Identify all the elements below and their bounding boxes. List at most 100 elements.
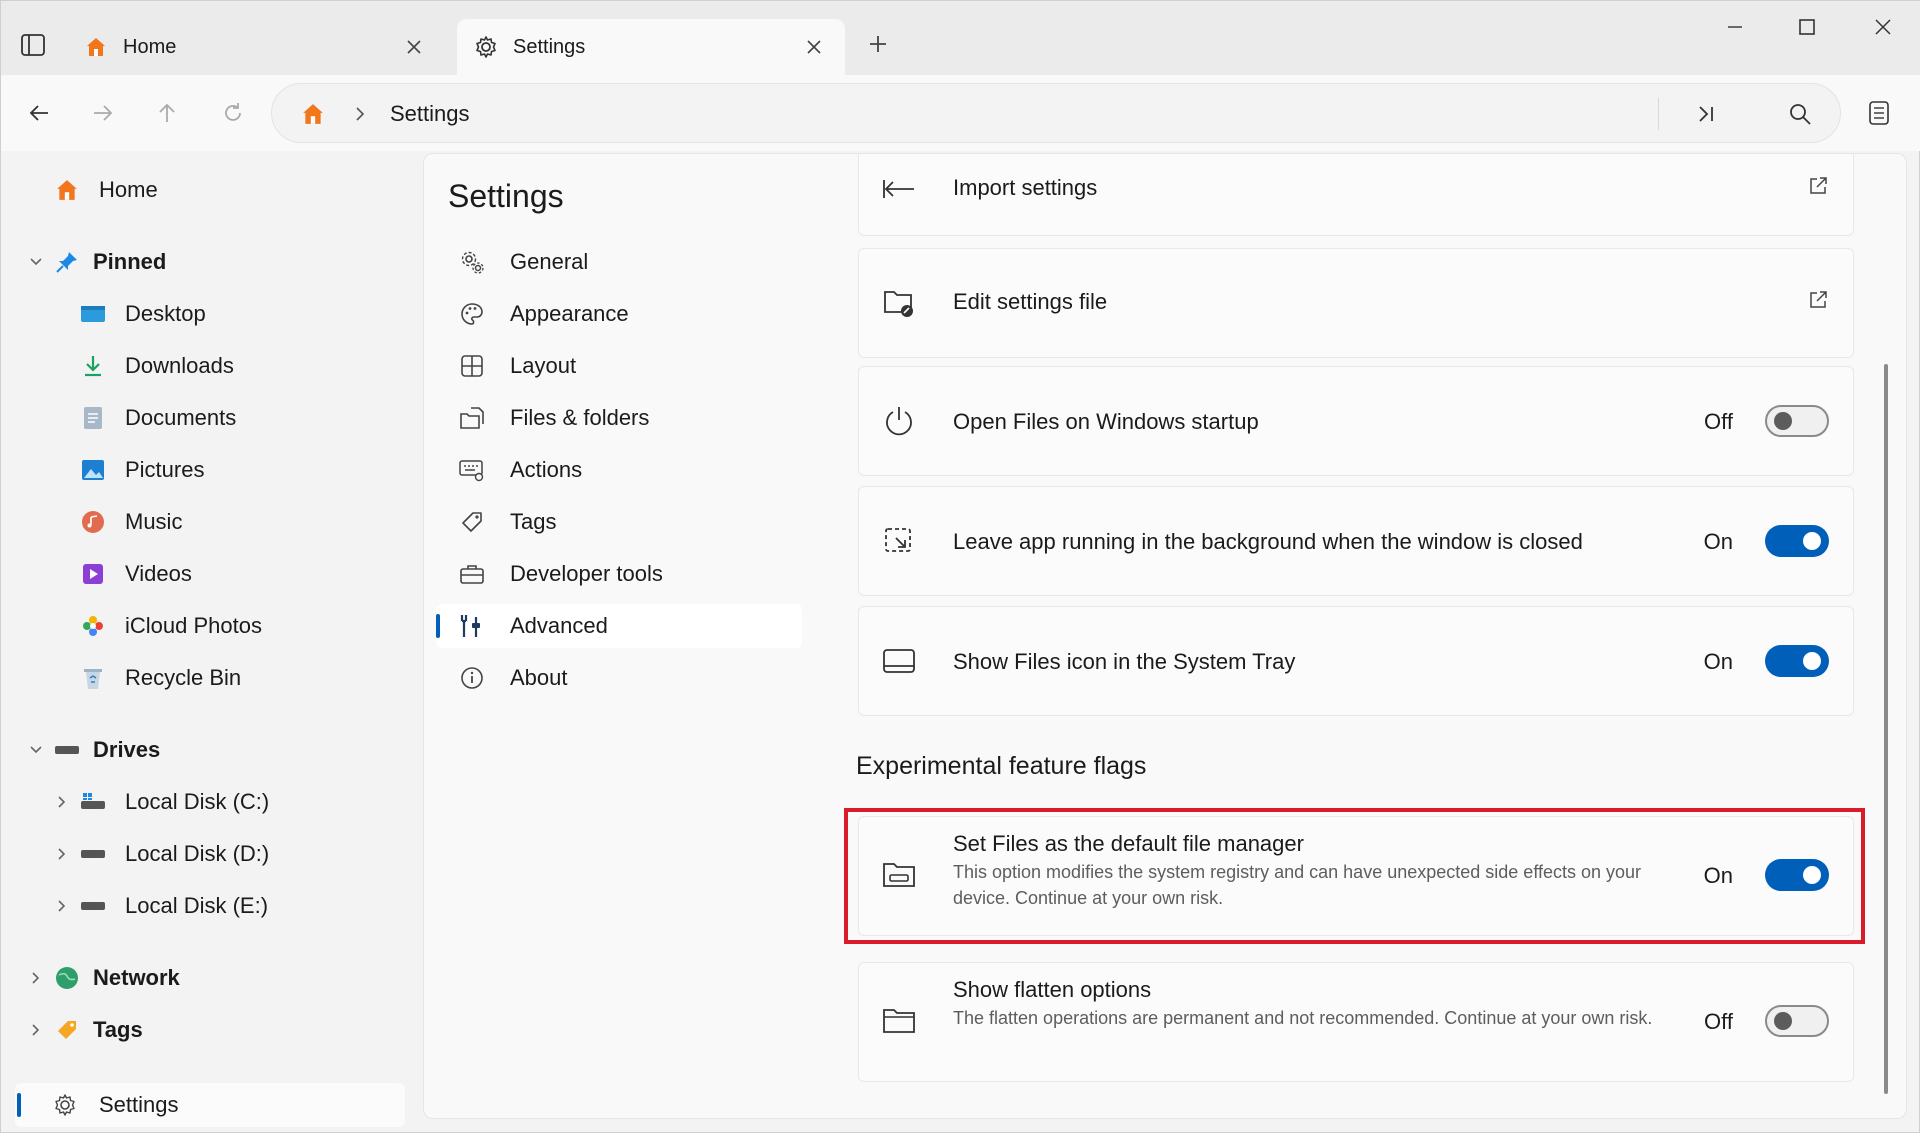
tag-icon — [53, 1016, 81, 1044]
sidebar-item-settings[interactable]: Settings — [15, 1083, 405, 1127]
settings-nav-label: Appearance — [510, 301, 629, 326]
sliders-icon — [458, 612, 486, 640]
tab-settings[interactable]: Settings — [457, 19, 845, 75]
startup-toggle[interactable] — [1765, 405, 1829, 437]
chevron-right-icon[interactable] — [51, 843, 73, 865]
navigation-toolbar: Settings — [1, 75, 1920, 151]
chevron-right-icon[interactable] — [51, 791, 73, 813]
new-tab-plus-icon[interactable] — [861, 27, 895, 61]
background-card: Leave app running in the background when… — [858, 486, 1854, 596]
chevron-right-icon[interactable] — [25, 967, 47, 989]
tab-home[interactable]: Home — [67, 19, 445, 75]
download-arrow-icon — [79, 352, 107, 380]
open-external-icon[interactable] — [1805, 287, 1831, 313]
details-pane-icon[interactable] — [1859, 93, 1899, 133]
forward-arrow-icon[interactable] — [83, 93, 123, 133]
settings-nav-label: Tags — [510, 509, 557, 534]
sidebar-item-pictures[interactable]: Pictures — [1, 447, 401, 493]
maximize-icon[interactable] — [1787, 11, 1827, 43]
sidebar-item-videos[interactable]: Videos — [1, 551, 401, 597]
sidebar-item-label: Settings — [99, 1092, 179, 1117]
edit-settings-file-card[interactable]: Edit settings file — [858, 248, 1854, 358]
sidebar-item-desktop[interactable]: Desktop — [1, 291, 401, 337]
sidebar-group-drives[interactable]: Drives — [1, 727, 401, 773]
sidebar-item-label: Recycle Bin — [125, 665, 242, 690]
card-title: Edit settings file — [953, 289, 1108, 314]
card-title: Leave app running in the background when… — [953, 529, 1583, 554]
card-title: Open Files on Windows startup — [953, 409, 1259, 434]
window-close-icon[interactable] — [1863, 11, 1903, 43]
sidebar-group-pinned[interactable]: Pinned — [1, 239, 401, 285]
background-app-icon — [881, 523, 917, 559]
close-icon[interactable] — [801, 34, 827, 60]
general-settings-icon — [458, 248, 486, 276]
chevron-down-icon[interactable] — [25, 739, 47, 761]
skip-to-end-icon[interactable] — [1686, 96, 1726, 132]
sidebar-item-recycle-bin[interactable]: Recycle Bin — [1, 655, 401, 701]
chevron-down-icon[interactable] — [25, 251, 47, 273]
settings-nav-developer-tools[interactable]: Developer tools — [436, 552, 802, 596]
system-tray-icon — [881, 643, 917, 679]
sidebar-item-music[interactable]: Music — [1, 499, 401, 545]
settings-nav-about[interactable]: About — [436, 656, 802, 700]
up-arrow-icon[interactable] — [147, 93, 187, 133]
drive-icon — [53, 736, 81, 764]
toggle-state-label: On — [1703, 649, 1733, 674]
sidebar-item-label: Local Disk (E:) — [125, 893, 269, 918]
minimize-icon[interactable] — [1715, 11, 1755, 43]
import-settings-card[interactable]: Import settings — [858, 154, 1854, 236]
info-icon — [458, 664, 486, 692]
divider — [1658, 98, 1659, 130]
address-bar[interactable]: Settings — [271, 83, 1841, 143]
network-globe-icon — [53, 964, 81, 992]
startup-card: Open Files on Windows startup Off — [858, 366, 1854, 476]
close-icon[interactable] — [401, 34, 427, 60]
toolbox-icon — [458, 560, 486, 588]
settings-nav-appearance[interactable]: Appearance — [436, 292, 802, 336]
breadcrumb-settings[interactable]: Settings — [390, 101, 470, 127]
desktop-icon — [79, 300, 107, 328]
flatten-options-toggle[interactable] — [1765, 1005, 1829, 1037]
sidebar-item-local-disk-c[interactable]: Local Disk (C:) — [1, 779, 401, 825]
sidebar-item-downloads[interactable]: Downloads — [1, 343, 401, 389]
sidebar-item-documents[interactable]: Documents — [1, 395, 401, 441]
back-arrow-icon[interactable] — [19, 93, 59, 133]
home-icon — [53, 176, 81, 204]
sidebar-item-local-disk-d[interactable]: Local Disk (D:) — [1, 831, 401, 877]
settings-nav-general[interactable]: General — [436, 240, 802, 284]
files-folders-icon — [458, 404, 486, 432]
toggle-state-label: On — [1703, 529, 1733, 554]
drive-icon — [79, 840, 107, 868]
chevron-right-icon[interactable] — [51, 895, 73, 917]
settings-nav-label: Files & folders — [510, 405, 650, 430]
settings-nav-tags[interactable]: Tags — [436, 500, 802, 544]
home-icon[interactable] — [298, 99, 328, 129]
background-toggle[interactable] — [1765, 525, 1829, 557]
system-tray-toggle[interactable] — [1765, 645, 1829, 677]
settings-nav-advanced[interactable]: Advanced — [436, 604, 802, 648]
picture-icon — [79, 456, 107, 484]
sidebar-item-local-disk-e[interactable]: Local Disk (E:) — [1, 883, 401, 929]
files-app-window: Home Settings Settings Home Pinned Deskt… — [0, 0, 1920, 1133]
gear-icon — [51, 1091, 79, 1119]
chevron-right-icon — [348, 102, 372, 126]
open-external-icon[interactable] — [1805, 173, 1831, 199]
search-icon[interactable] — [1780, 96, 1820, 132]
card-description: The flatten operations are permanent and… — [953, 1008, 1653, 1028]
sidebar-group-tags[interactable]: Tags — [1, 1007, 401, 1053]
settings-nav-actions[interactable]: Actions — [436, 448, 802, 492]
settings-nav-files-folders[interactable]: Files & folders — [436, 396, 802, 440]
refresh-icon[interactable] — [213, 93, 253, 133]
settings-nav-layout[interactable]: Layout — [436, 344, 802, 388]
document-icon — [79, 404, 107, 432]
sidebar-group-network[interactable]: Network — [1, 955, 401, 1001]
sidebar-item-icloud-photos[interactable]: iCloud Photos — [1, 603, 401, 649]
sidebar-group-label: Pinned — [93, 249, 167, 274]
tab-label: Home — [123, 35, 177, 58]
sidebar-item-home[interactable]: Home — [1, 167, 401, 213]
card-title: Import settings — [953, 175, 1098, 200]
toggle-knob — [1803, 652, 1821, 670]
vertical-scrollbar[interactable] — [1884, 364, 1888, 1094]
tab-sidebar-toggle-icon[interactable] — [15, 29, 51, 61]
chevron-right-icon[interactable] — [25, 1019, 47, 1041]
